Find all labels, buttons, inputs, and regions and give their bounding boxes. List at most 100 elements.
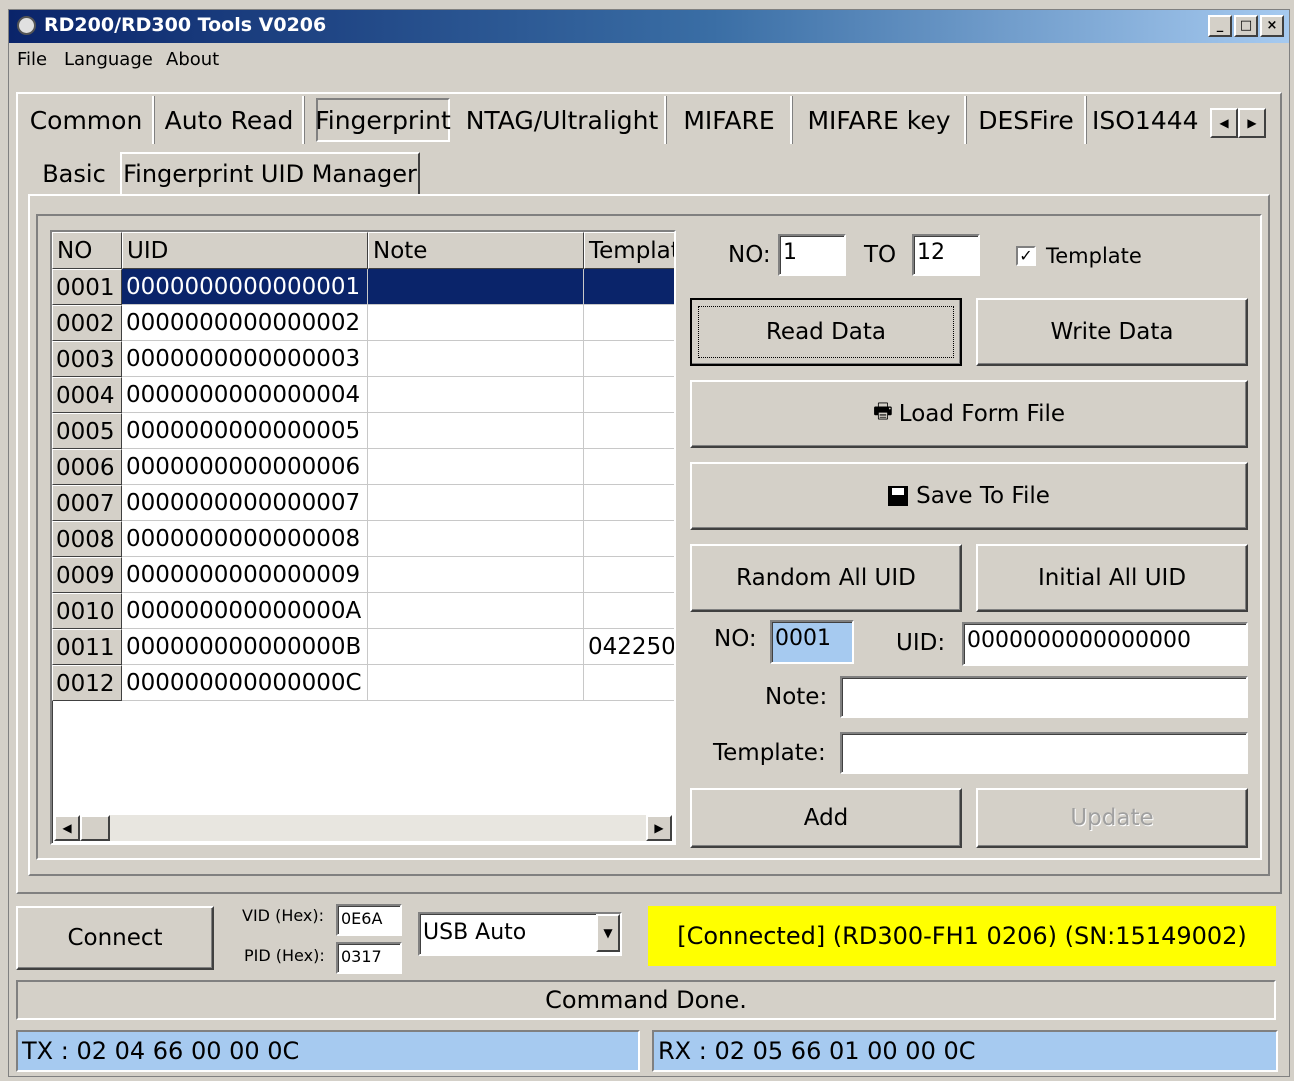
tab-mifare[interactable]: MIFARE: [668, 96, 792, 144]
row-template[interactable]: [584, 449, 674, 485]
table-row[interactable]: 0003 0000000000000003: [52, 341, 674, 377]
tab-common[interactable]: Common: [20, 96, 154, 144]
row-uid[interactable]: 0000000000000003: [122, 341, 368, 377]
subtab-fingerprint-uid-manager[interactable]: Fingerprint UID Manager: [120, 152, 420, 196]
tx-display: TX : 02 04 66 00 00 0C: [16, 1030, 640, 1072]
table-row[interactable]: 0007 0000000000000007: [52, 485, 674, 521]
row-template[interactable]: [584, 341, 674, 377]
col-note[interactable]: Note: [368, 232, 584, 269]
row-note[interactable]: [368, 377, 584, 413]
row-uid[interactable]: 0000000000000001: [122, 269, 368, 305]
scroll-left-icon[interactable]: ◀: [54, 815, 80, 841]
tab-iso14443[interactable]: ISO1444: [1092, 96, 1210, 144]
row-uid[interactable]: 0000000000000008: [122, 521, 368, 557]
tab-scroll-left-icon[interactable]: ◀: [1210, 108, 1238, 138]
row-uid[interactable]: 000000000000000C: [122, 665, 368, 701]
range-to-input[interactable]: 12: [912, 234, 980, 276]
editor-no-input[interactable]: 0001: [770, 620, 854, 664]
col-no[interactable]: NO: [52, 232, 122, 269]
table-row[interactable]: 0008 0000000000000008: [52, 521, 674, 557]
row-uid[interactable]: 000000000000000B: [122, 629, 368, 665]
row-template[interactable]: [584, 485, 674, 521]
table-row[interactable]: 0002 0000000000000002: [52, 305, 674, 341]
row-note[interactable]: [368, 305, 584, 341]
row-uid[interactable]: 0000000000000005: [122, 413, 368, 449]
row-template[interactable]: [584, 593, 674, 629]
range-no-input[interactable]: 1: [778, 234, 846, 276]
row-note[interactable]: [368, 485, 584, 521]
row-note[interactable]: [368, 269, 584, 305]
row-template[interactable]: 042250(: [584, 629, 674, 665]
menu-about[interactable]: About: [166, 49, 219, 70]
row-note[interactable]: [368, 629, 584, 665]
row-uid[interactable]: 0000000000000007: [122, 485, 368, 521]
row-template[interactable]: [584, 305, 674, 341]
menu-language[interactable]: Language: [64, 49, 153, 70]
table-row[interactable]: 0009 0000000000000009: [52, 557, 674, 593]
table-row[interactable]: 0001 0000000000000001: [52, 269, 674, 305]
save-file-label: Save To File: [916, 483, 1050, 509]
row-uid[interactable]: 000000000000000A: [122, 593, 368, 629]
row-uid[interactable]: 0000000000000002: [122, 305, 368, 341]
row-note[interactable]: [368, 593, 584, 629]
save-file-button[interactable]: Save To File: [690, 462, 1248, 530]
row-template[interactable]: [584, 413, 674, 449]
row-template[interactable]: [584, 377, 674, 413]
table-row[interactable]: 0012 000000000000000C: [52, 665, 674, 701]
usb-mode-value: USB Auto: [423, 920, 527, 945]
title-bar[interactable]: RD200/RD300 Tools V0206 _ □ ×: [8, 9, 1290, 43]
pid-input[interactable]: 0317: [336, 942, 402, 974]
row-uid[interactable]: 0000000000000009: [122, 557, 368, 593]
read-data-button[interactable]: Read Data: [690, 298, 962, 366]
row-note[interactable]: [368, 449, 584, 485]
scroll-right-icon[interactable]: ▶: [646, 815, 672, 841]
table-row[interactable]: 0004 0000000000000004: [52, 377, 674, 413]
table-hscroll[interactable]: ◀ ▶: [54, 815, 672, 841]
row-template[interactable]: [584, 269, 674, 305]
row-note[interactable]: [368, 521, 584, 557]
row-uid[interactable]: 0000000000000006: [122, 449, 368, 485]
tab-mifare-key[interactable]: MIFARE key: [794, 96, 966, 144]
table-row[interactable]: 0010 000000000000000A: [52, 593, 674, 629]
row-note[interactable]: [368, 665, 584, 701]
tab-fingerprint[interactable]: Fingerprint: [315, 98, 451, 142]
row-note[interactable]: [368, 341, 584, 377]
update-button[interactable]: Update: [976, 788, 1248, 848]
usb-mode-select[interactable]: USB Auto ▼: [418, 912, 622, 956]
vid-input[interactable]: 0E6A: [336, 904, 402, 936]
connect-button[interactable]: Connect: [16, 906, 214, 970]
uid-table[interactable]: NO UID Note Templat 0001 0000000000000001…: [50, 230, 676, 845]
row-note[interactable]: [368, 413, 584, 449]
table-row[interactable]: 0006 0000000000000006: [52, 449, 674, 485]
editor-note-input[interactable]: [840, 676, 1248, 718]
table-row[interactable]: 0011 000000000000000B 042250(: [52, 629, 674, 665]
initial-uid-button[interactable]: Initial All UID: [976, 544, 1248, 612]
menu-file[interactable]: File: [17, 49, 47, 70]
random-uid-button[interactable]: Random All UID: [690, 544, 962, 612]
load-file-button[interactable]: 🖶 Load Form File: [690, 380, 1248, 448]
tab-scroll-right-icon[interactable]: ▶: [1238, 108, 1266, 138]
editor-template-input[interactable]: [840, 732, 1248, 774]
row-template[interactable]: [584, 521, 674, 557]
row-template[interactable]: [584, 557, 674, 593]
maximize-icon[interactable]: □: [1234, 15, 1258, 37]
row-uid[interactable]: 0000000000000004: [122, 377, 368, 413]
close-icon[interactable]: ×: [1260, 15, 1284, 37]
col-uid[interactable]: UID: [122, 232, 368, 269]
row-template[interactable]: [584, 665, 674, 701]
editor-uid-input[interactable]: 0000000000000000: [962, 622, 1248, 666]
col-template[interactable]: Templat: [584, 232, 674, 269]
add-button[interactable]: Add: [690, 788, 962, 848]
write-data-button[interactable]: Write Data: [976, 298, 1248, 366]
row-note[interactable]: [368, 557, 584, 593]
chevron-down-icon[interactable]: ▼: [596, 914, 620, 952]
table-row[interactable]: 0005 0000000000000005: [52, 413, 674, 449]
template-checkbox[interactable]: ✓: [1016, 246, 1036, 266]
minimize-icon[interactable]: _: [1208, 15, 1232, 37]
tab-desfire[interactable]: DESFire: [968, 96, 1086, 144]
scroll-thumb[interactable]: [80, 815, 110, 841]
subtab-basic[interactable]: Basic: [32, 152, 116, 196]
tab-auto-read[interactable]: Auto Read: [156, 96, 304, 144]
tab-ntag-ultralight[interactable]: NTAG/Ultralight: [460, 96, 666, 144]
row-no: 0012: [52, 665, 122, 701]
